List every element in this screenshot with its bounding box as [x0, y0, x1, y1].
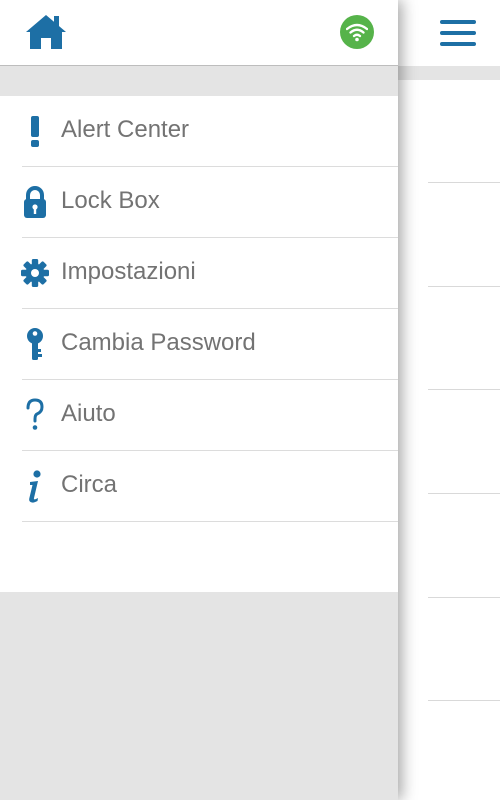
- menu-item-label: Aiuto: [61, 400, 116, 427]
- side-drawer: Alert Center Lock Box Impostazioni Cambi…: [0, 0, 398, 800]
- menu-item-circa[interactable]: Circa: [0, 451, 398, 522]
- list-divider: [428, 493, 500, 494]
- gear-icon: [21, 259, 49, 287]
- padlock-icon: [24, 186, 46, 218]
- hamburger-menu-button[interactable]: [440, 18, 478, 48]
- hamburger-line: [440, 42, 476, 46]
- list-divider: [428, 597, 500, 598]
- hamburger-icon: [440, 20, 476, 24]
- list-divider: [428, 286, 500, 287]
- list-divider: [428, 389, 500, 390]
- drawer-header: [0, 0, 398, 66]
- wifi-status-badge[interactable]: [340, 15, 374, 49]
- menu-item-label: Circa: [61, 471, 118, 498]
- menu-item-cambia-password[interactable]: Cambia Password: [0, 309, 398, 380]
- wifi-icon: [346, 23, 368, 42]
- menu-item-label: Lock Box: [61, 187, 160, 214]
- list-divider: [428, 700, 500, 701]
- main-top-bar: [398, 0, 500, 66]
- menu-item-label: Alert Center: [61, 116, 190, 143]
- key-icon: [27, 328, 43, 360]
- question-icon: [26, 398, 44, 430]
- hamburger-line: [440, 31, 476, 35]
- home-icon: [26, 15, 66, 49]
- menu-item-impostazioni[interactable]: Impostazioni: [0, 238, 398, 309]
- main-content: [398, 0, 500, 800]
- home-button[interactable]: [24, 13, 68, 51]
- menu-item-lock-box[interactable]: Lock Box: [0, 167, 398, 238]
- menu-item-aiuto[interactable]: Aiuto: [0, 380, 398, 451]
- main-subheader: [398, 66, 500, 80]
- exclamation-icon: [31, 116, 39, 147]
- menu-item-label: Impostazioni: [61, 258, 196, 285]
- menu-item-label: Cambia Password: [61, 329, 256, 356]
- list-divider: [428, 182, 500, 183]
- menu-item-alert-center[interactable]: Alert Center: [0, 96, 398, 167]
- drawer-menu: Alert Center Lock Box Impostazioni Cambi…: [0, 96, 398, 592]
- info-icon: [29, 470, 41, 503]
